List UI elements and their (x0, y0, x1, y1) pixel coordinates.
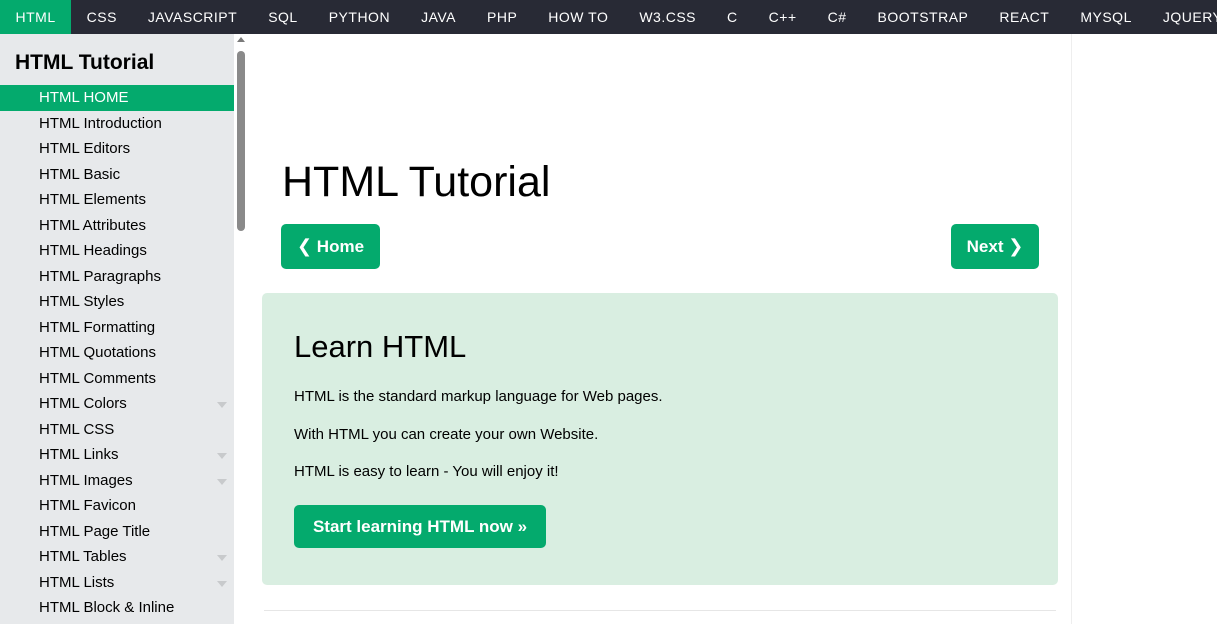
nav-item-mysql[interactable]: MYSQL (1065, 0, 1148, 34)
sidebar-title: HTML Tutorial (15, 51, 155, 74)
sidebar-item-label: HTML Tables (39, 548, 127, 565)
sidebar-item-label: HTML Styles (39, 293, 125, 310)
caret-down-icon[interactable] (217, 555, 227, 561)
nav-item-html[interactable]: HTML (0, 0, 72, 34)
sidebar-item-label: HTML Quotations (39, 344, 156, 361)
chevron-left-icon: ❮ (296, 236, 313, 256)
sidebar-item-label: HTML Colors (39, 395, 127, 412)
sidebar-item-label: HTML Comments (39, 369, 156, 387)
sidebar-item-label: HTML Formatting (39, 318, 156, 336)
sidebar-item-html-introduction[interactable]: HTML Introduction (0, 111, 234, 137)
sidebar-item-html-styles[interactable]: HTML Styles (0, 289, 234, 315)
learn-paragraph-1: HTML is the standard markup language for… (294, 388, 663, 405)
sidebar-item-label: HTML Paragraphs (39, 267, 161, 285)
nav-item-sql[interactable]: SQL (253, 0, 314, 34)
learn-html-panel: Learn HTML HTML is the standard markup l… (262, 293, 1058, 585)
sidebar-item-html-block-inline[interactable]: HTML Block & Inline (0, 595, 234, 621)
sidebar-item-html-page-title[interactable]: HTML Page Title (0, 519, 234, 545)
sidebar-item-html-quotations[interactable]: HTML Quotations (0, 340, 234, 366)
home-button-label: Home (316, 236, 365, 256)
sidebar-item-label: HTML Links (39, 446, 119, 463)
sidebar-item-html-favicon[interactable]: HTML Favicon (0, 493, 234, 519)
sidebar-item-html-home[interactable]: HTML HOME (0, 85, 234, 111)
sidebar-item-label: HTML Editors (39, 140, 131, 157)
caret-down-icon[interactable] (217, 580, 227, 587)
sidebar-scrollbar[interactable] (234, 34, 248, 624)
next-button-label: Next (966, 236, 1004, 256)
sidebar-item-html-tables[interactable]: HTML Tables (0, 544, 234, 570)
sidebar-item-html-editors[interactable]: HTML Editors (0, 136, 234, 162)
sidebar-item-label: HTML Page Title (39, 522, 151, 540)
sidebar-item-html-elements[interactable]: HTML Elements (0, 187, 234, 213)
nav-item-c[interactable]: C (712, 0, 754, 34)
caret-down-icon[interactable] (217, 453, 227, 459)
sidebar-item-label: HTML Favicon (39, 497, 136, 514)
sidebar-item-html-links[interactable]: HTML Links (0, 442, 234, 468)
sidebar-item-html-basic[interactable]: HTML Basic (0, 162, 234, 188)
learn-title: Learn HTML (294, 329, 467, 364)
sidebar: HTML Tutorial HTML HOME HTML Introduction… (0, 34, 234, 624)
sidebar-item-label: HTML Lists (39, 573, 115, 591)
learn-paragraph-3: HTML is easy to learn - You will enjoy i… (294, 463, 559, 480)
top-navigation: HTML CSS JAVASCRIPT SQL PYTHON JAVA PHP HOW TO W… (0, 0, 1217, 34)
nav-item-bootstrap[interactable]: BOOTSTRAP (862, 0, 984, 34)
sidebar-item-label: HTML Headings (39, 242, 147, 259)
sidebar-item-label: HTML Elements (39, 191, 146, 208)
caret-down-icon[interactable] (217, 402, 227, 408)
main-content: HTML Tutorial ❮ Home Next ❯ Learn HTML H… (248, 34, 1072, 624)
sidebar-item-html-css[interactable]: HTML CSS (0, 417, 234, 443)
nav-item-how-to[interactable]: HOW TO (533, 0, 624, 34)
start-learning-button[interactable]: Start learning HTML now » (294, 505, 546, 548)
scroll-thumb[interactable] (237, 51, 245, 231)
home-button[interactable]: ❮ Home (281, 224, 380, 269)
chevron-right-icon: ❯ (1008, 236, 1024, 256)
nav-item-javascript[interactable]: JAVASCRIPT (132, 0, 252, 34)
sidebar-item-label: HTML CSS (39, 420, 115, 438)
sidebar-item-label: HTML Basic (39, 165, 121, 183)
sidebar-item-label: HTML Images (39, 471, 133, 489)
nav-item-c++[interactable]: C++ (753, 0, 812, 34)
nav-item-jquery[interactable]: JQUERY (1147, 0, 1217, 34)
caret-down-icon[interactable] (217, 478, 227, 485)
divider (264, 610, 1056, 611)
next-button[interactable]: Next ❯ (951, 224, 1039, 269)
sidebar-list: HTML HOME HTML Introduction HTML Editors HT… (0, 85, 234, 621)
sidebar-item-label: HTML HOME (39, 89, 129, 106)
nav-item-react[interactable]: REACT (984, 0, 1065, 34)
sidebar-item-html-paragraphs[interactable]: HTML Paragraphs (0, 264, 234, 290)
nav-item-css[interactable]: CSS (71, 0, 132, 34)
learn-paragraph-2: With HTML you can create your own Websit… (294, 426, 599, 443)
sidebar-item-label: HTML Introduction (39, 114, 162, 132)
scroll-up-arrow-icon[interactable] (237, 37, 245, 42)
nav-item-w3-css[interactable]: W3.CSS (624, 0, 712, 34)
sidebar-item-label: HTML Block & Inline (39, 599, 175, 616)
sidebar-item-html-colors[interactable]: HTML Colors (0, 391, 234, 417)
nav-item-php[interactable]: PHP (472, 0, 533, 34)
nav-item-c#[interactable]: C# (812, 0, 862, 34)
nav-item-java[interactable]: JAVA (406, 0, 472, 34)
page-title: HTML Tutorial (282, 158, 551, 206)
sidebar-item-html-images[interactable]: HTML Images (0, 468, 234, 494)
sidebar-item-html-attributes[interactable]: HTML Attributes (0, 213, 234, 239)
sidebar-item-label: HTML Attributes (39, 216, 146, 234)
sidebar-item-html-headings[interactable]: HTML Headings (0, 238, 234, 264)
nav-item-python[interactable]: PYTHON (313, 0, 405, 34)
sidebar-item-html-formatting[interactable]: HTML Formatting (0, 315, 234, 341)
sidebar-item-html-lists[interactable]: HTML Lists (0, 570, 234, 596)
sidebar-item-html-comments[interactable]: HTML Comments (0, 366, 234, 392)
